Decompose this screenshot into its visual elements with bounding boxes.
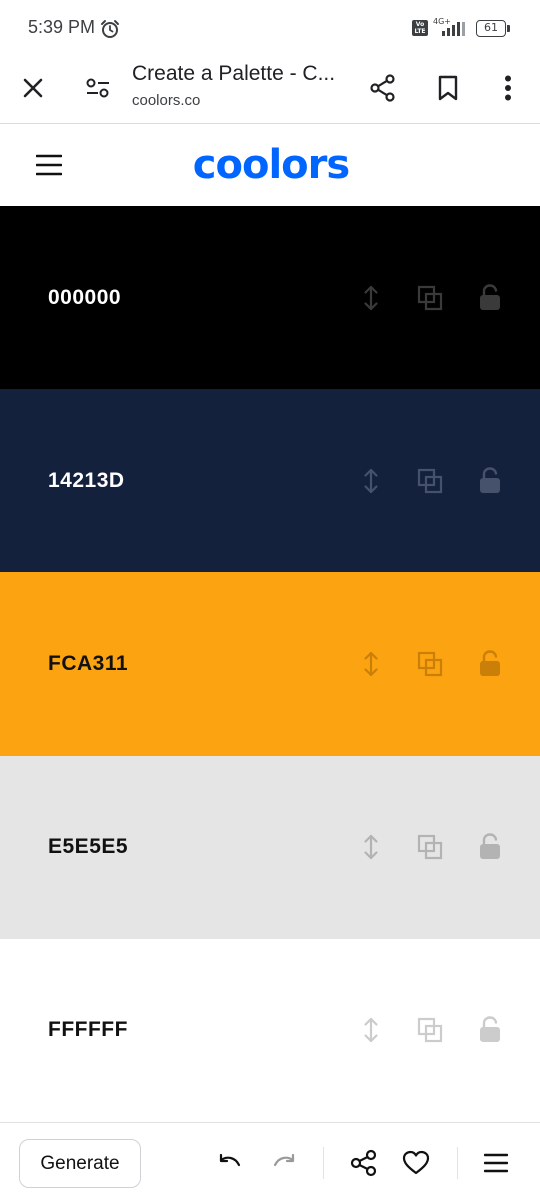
page-url: coolors.co	[132, 92, 201, 109]
copy-color-button[interactable]	[415, 832, 445, 862]
lock-icon	[480, 833, 500, 860]
color-swatch[interactable]: FFFFFF	[0, 938, 540, 1122]
lock-color-button[interactable]	[475, 832, 505, 862]
bookmark-button[interactable]	[428, 68, 468, 108]
copy-icon	[417, 1018, 443, 1043]
battery-level: 61	[476, 20, 506, 37]
share-button[interactable]	[363, 68, 403, 108]
status-time: 5:39 PM	[28, 17, 96, 37]
browser-menu-button[interactable]	[488, 68, 528, 108]
status-bar: 5:39 PM Vo LTE 4G+ 61	[0, 0, 540, 56]
color-hex-code[interactable]: FCA311	[48, 652, 128, 676]
drag-color-button[interactable]	[356, 283, 386, 313]
lock-icon	[480, 467, 500, 493]
copy-color-button[interactable]	[415, 649, 445, 679]
copy-icon	[417, 468, 443, 493]
page-title: Create a Palette - C...	[132, 62, 336, 85]
bottom-toolbar: Generate	[0, 1122, 540, 1200]
color-swatch[interactable]: 000000	[0, 206, 540, 390]
share-icon	[370, 74, 395, 102]
copy-icon	[417, 835, 443, 860]
drag-icon	[364, 1018, 378, 1043]
drag-color-button[interactable]	[356, 649, 386, 679]
lock-icon	[480, 650, 500, 676]
redo-icon	[273, 1153, 295, 1167]
palette: 000000 14213D FCA311 E5E5E5 FFFFFF	[0, 206, 540, 1122]
copy-color-button[interactable]	[415, 466, 445, 496]
close-icon	[23, 78, 43, 98]
battery-icon: 61	[476, 20, 510, 37]
copy-color-button[interactable]	[415, 283, 445, 313]
lock-color-button[interactable]	[475, 466, 505, 496]
share-palette-button[interactable]	[346, 1145, 382, 1181]
volte-icon: Vo LTE	[412, 20, 428, 36]
copy-icon	[417, 285, 443, 310]
alarm-icon	[101, 20, 119, 38]
browser-toolbar: Create a Palette - C... coolors.co	[0, 56, 540, 124]
more-vertical-icon	[505, 75, 511, 101]
close-tab-button[interactable]	[13, 68, 53, 108]
drag-icon	[364, 835, 378, 860]
color-swatch[interactable]: 14213D	[0, 389, 540, 573]
color-hex-code[interactable]: E5E5E5	[48, 835, 128, 859]
hamburger-menu-icon	[484, 1153, 508, 1173]
site-settings-button[interactable]	[78, 68, 118, 108]
copy-color-button[interactable]	[415, 1015, 445, 1045]
hamburger-menu-icon[interactable]	[36, 152, 62, 178]
color-swatch[interactable]: FCA311	[0, 572, 540, 756]
svg-text:coolors: coolors	[193, 142, 349, 188]
lock-icon	[480, 1016, 500, 1043]
color-hex-code[interactable]: 000000	[48, 286, 121, 310]
color-hex-code[interactable]: FFFFFF	[48, 1018, 128, 1042]
lock-color-button[interactable]	[475, 283, 505, 313]
drag-color-button[interactable]	[356, 466, 386, 496]
undo-button[interactable]	[212, 1145, 248, 1181]
color-hex-code[interactable]: 14213D	[48, 469, 125, 493]
share-nodes-icon	[350, 1149, 377, 1177]
lock-icon	[480, 283, 500, 310]
page-info[interactable]: Create a Palette - C... coolors.co	[132, 62, 354, 109]
palette-menu-button[interactable]	[478, 1145, 514, 1181]
copy-icon	[417, 651, 443, 677]
site-header: coolors	[0, 125, 540, 206]
generate-button[interactable]: Generate	[19, 1139, 141, 1188]
bookmark-icon	[438, 75, 458, 101]
drag-icon	[364, 651, 378, 677]
drag-icon	[364, 285, 378, 310]
color-swatch[interactable]: E5E5E5	[0, 755, 540, 939]
redo-button[interactable]	[266, 1145, 302, 1181]
tune-icon	[86, 78, 109, 98]
heart-icon	[402, 1150, 430, 1175]
lock-color-button[interactable]	[475, 1015, 505, 1045]
signal-icon	[442, 22, 465, 36]
drag-icon	[364, 468, 378, 493]
save-palette-button[interactable]	[398, 1145, 434, 1181]
undo-icon	[219, 1153, 241, 1167]
drag-color-button[interactable]	[356, 1015, 386, 1045]
coolors-logo[interactable]: coolors	[176, 139, 366, 191]
drag-color-button[interactable]	[356, 832, 386, 862]
lock-color-button[interactable]	[475, 649, 505, 679]
